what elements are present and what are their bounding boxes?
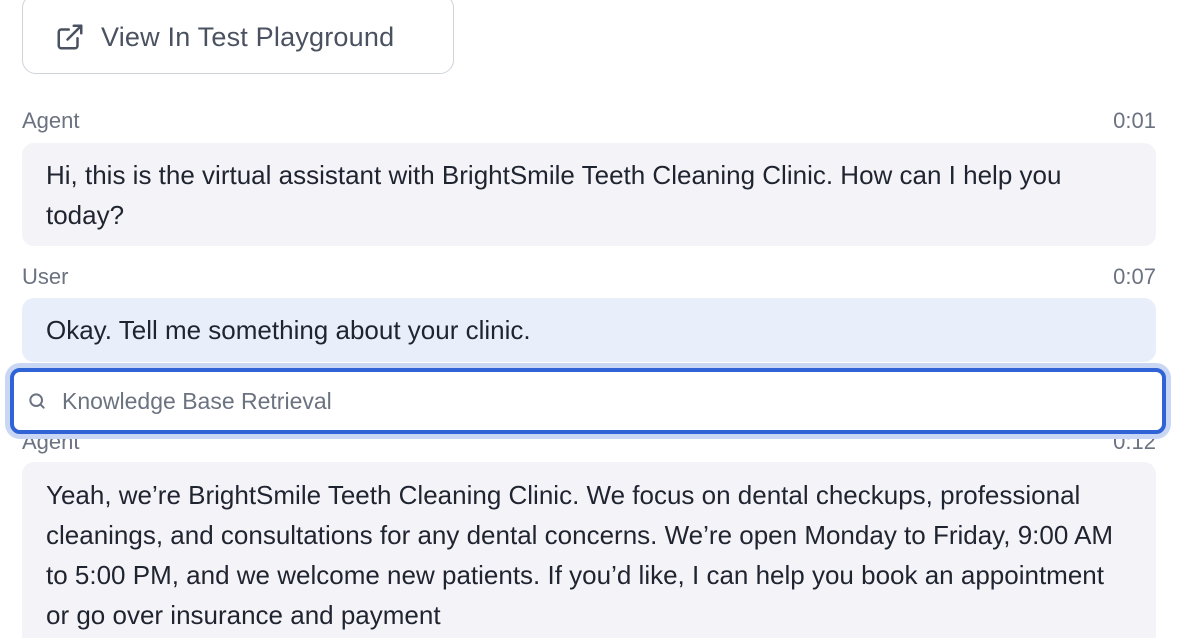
message-text: Okay. Tell me something about your clini… — [46, 315, 531, 345]
message-role: Agent — [22, 108, 80, 133]
view-in-test-playground-button[interactable]: View In Test Playground — [22, 0, 454, 74]
message-role: User — [22, 264, 69, 289]
external-link-icon — [55, 22, 85, 52]
search-icon — [26, 390, 48, 412]
message-timestamp: 0:07 — [1113, 264, 1156, 289]
agent-message-bubble: Yeah, we’re BrightSmile Teeth Cleaning C… — [22, 462, 1156, 638]
message-header: User 0:07 — [22, 264, 1156, 290]
view-in-test-playground-label: View In Test Playground — [101, 21, 395, 52]
message-header: Agent 0:01 — [22, 108, 1156, 134]
user-message-bubble: Okay. Tell me something about your clini… — [22, 298, 1156, 362]
message-text: Hi, this is the virtual assistant with B… — [46, 160, 1062, 230]
agent-message-bubble: Hi, this is the virtual assistant with B… — [22, 143, 1156, 246]
knowledge-base-retrieval-tool-call[interactable]: Knowledge Base Retrieval — [10, 368, 1166, 434]
message-text: Yeah, we’re BrightSmile Teeth Cleaning C… — [46, 480, 1114, 630]
transcript-panel: View In Test Playground Agent 0:01 Hi, t… — [0, 0, 1200, 638]
knowledge-base-retrieval-label: Knowledge Base Retrieval — [62, 387, 332, 414]
message-timestamp: 0:01 — [1113, 108, 1156, 133]
